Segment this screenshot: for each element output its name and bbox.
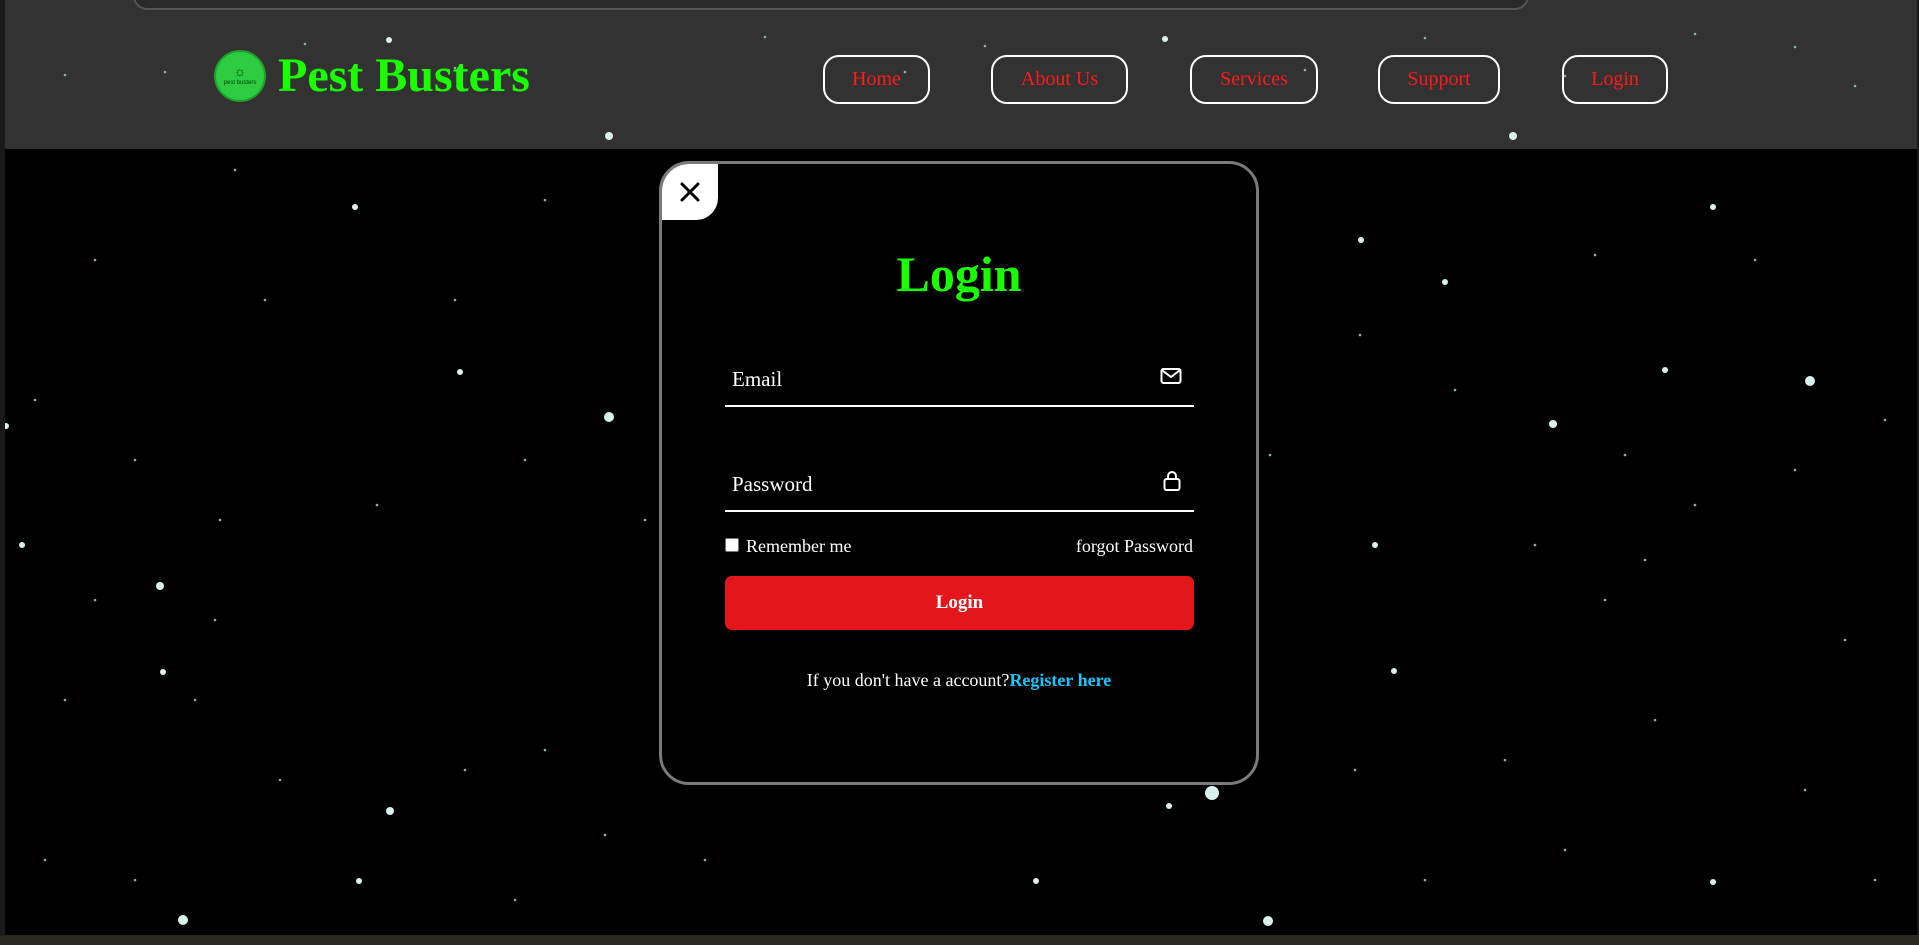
star xyxy=(1391,668,1397,674)
star xyxy=(93,598,97,602)
star xyxy=(1710,204,1716,210)
star xyxy=(133,458,137,462)
star xyxy=(63,698,67,702)
star xyxy=(352,204,358,210)
star xyxy=(643,518,647,522)
password-field xyxy=(725,456,1194,512)
nav-services[interactable]: Services xyxy=(1190,55,1318,104)
star xyxy=(1549,420,1557,428)
logo-badge: ☼ pest busters xyxy=(214,50,266,102)
login-modal: Login Remember me forgot Password Login … xyxy=(659,161,1259,785)
star xyxy=(1643,558,1647,562)
star xyxy=(1358,333,1362,337)
star xyxy=(1593,253,1597,257)
star xyxy=(356,878,362,884)
star xyxy=(1166,803,1172,809)
remember-label: Remember me xyxy=(746,536,852,556)
email-input[interactable] xyxy=(725,351,1134,407)
star xyxy=(523,458,527,462)
nav-support[interactable]: Support xyxy=(1378,55,1500,104)
bug-icon: ☼ xyxy=(233,64,247,80)
star xyxy=(375,503,379,507)
star xyxy=(193,698,197,702)
forgot-password-link[interactable]: forgot Password xyxy=(1076,536,1193,557)
login-title: Login xyxy=(896,246,1022,302)
page-background: ☼ pest busters Pest Busters Home About U… xyxy=(5,0,1917,935)
star xyxy=(43,858,47,862)
star xyxy=(1372,542,1378,548)
star xyxy=(19,542,25,548)
nav-about-us[interactable]: About Us xyxy=(991,55,1128,104)
star xyxy=(156,582,164,590)
star xyxy=(1753,258,1757,262)
star xyxy=(604,412,614,422)
star xyxy=(463,768,467,772)
register-prompt-text: If you don't have a account? xyxy=(806,670,1010,690)
star xyxy=(1793,468,1797,472)
lock-icon xyxy=(1163,471,1181,491)
logo-badge-text: pest busters xyxy=(223,79,257,86)
password-input[interactable] xyxy=(725,456,1134,512)
star xyxy=(218,518,222,522)
star xyxy=(1442,279,1448,285)
star xyxy=(386,807,394,815)
top-edge-bar xyxy=(133,0,1529,10)
star xyxy=(1533,543,1537,547)
star xyxy=(133,878,137,882)
star xyxy=(1653,718,1657,722)
star xyxy=(1873,878,1877,882)
nav-home[interactable]: Home xyxy=(823,55,930,104)
mail-icon xyxy=(1160,368,1182,384)
star xyxy=(33,398,37,402)
nav-login[interactable]: Login xyxy=(1562,55,1668,104)
star xyxy=(1263,916,1273,926)
star xyxy=(1843,638,1847,642)
site-logo[interactable]: ☼ pest busters Pest Busters xyxy=(214,50,530,102)
star xyxy=(603,833,607,837)
star xyxy=(1883,418,1887,422)
remember-checkbox[interactable] xyxy=(725,537,739,552)
star xyxy=(543,748,547,752)
star xyxy=(1268,453,1272,457)
star xyxy=(1693,503,1697,507)
remember-me[interactable]: Remember me xyxy=(725,536,851,557)
star xyxy=(1623,453,1627,457)
star xyxy=(1033,878,1039,884)
star xyxy=(1805,376,1815,386)
star xyxy=(178,915,188,925)
star xyxy=(1662,367,1668,373)
star xyxy=(1503,758,1507,762)
close-button[interactable] xyxy=(662,164,718,220)
register-link[interactable]: Register here xyxy=(1009,670,1111,690)
star xyxy=(213,618,217,622)
star xyxy=(1603,598,1607,602)
star xyxy=(278,778,282,782)
star xyxy=(453,298,457,302)
star xyxy=(513,898,517,902)
star xyxy=(233,168,237,172)
star xyxy=(1423,878,1427,882)
close-icon xyxy=(680,182,700,202)
email-field xyxy=(725,351,1194,407)
star xyxy=(1710,879,1716,885)
login-submit-button[interactable]: Login xyxy=(725,576,1194,630)
star xyxy=(1353,768,1357,772)
star xyxy=(263,298,267,302)
register-prompt: If you don't have a account?Register her… xyxy=(662,670,1256,691)
star xyxy=(1803,788,1807,792)
star xyxy=(543,198,547,202)
star xyxy=(703,858,707,862)
star xyxy=(1453,388,1457,392)
brand-name: Pest Busters xyxy=(278,49,530,102)
star xyxy=(1358,237,1364,243)
star xyxy=(457,369,463,375)
star xyxy=(1563,848,1567,852)
star xyxy=(160,669,166,675)
star xyxy=(93,258,97,262)
bottom-edge xyxy=(0,935,1919,945)
star xyxy=(5,423,9,429)
star xyxy=(1205,786,1219,800)
